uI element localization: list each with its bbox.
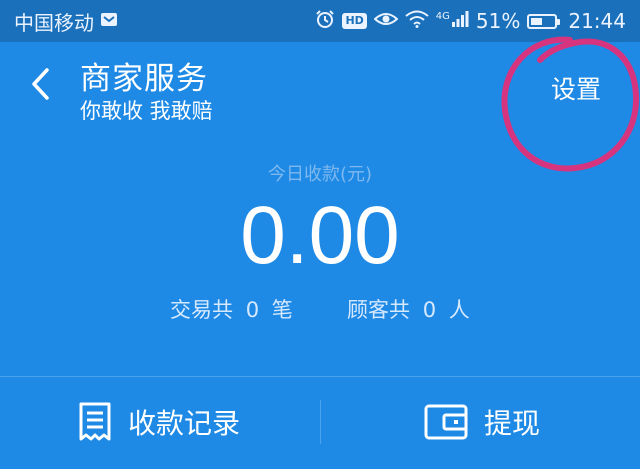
status-bar-left: 中国移动 — [14, 7, 118, 36]
transaction-unit: 笔 — [271, 298, 293, 322]
merchant-service-screen: 中国移动 HD 4G 51% 21:44 商家服务 你敢收 我敢赔 设置 今日收… — [0, 0, 640, 469]
wifi-icon — [405, 9, 429, 33]
network-type-label: 4G — [435, 10, 450, 22]
withdraw-label: 提现 — [484, 407, 541, 440]
payment-records-button[interactable]: 收款记录 — [78, 392, 240, 452]
page-title: 商家服务 — [80, 61, 208, 97]
customer-count-stat: 顾客共 0 人 — [347, 294, 470, 324]
transaction-count: 0 — [245, 298, 260, 322]
receipt-icon — [79, 402, 111, 441]
clock-time: 21:44 — [568, 9, 626, 33]
transaction-prefix: 交易共 — [170, 298, 233, 322]
payment-records-label: 收款记录 — [128, 407, 241, 440]
battery-percent: 51% — [475, 9, 521, 33]
withdraw-button[interactable]: 提现 — [424, 392, 540, 452]
hd-badge: HD — [342, 13, 367, 29]
battery-icon — [527, 13, 561, 29]
actions-divider — [320, 400, 321, 444]
customer-prefix: 顾客共 — [347, 298, 410, 322]
notification-icon — [100, 9, 118, 33]
chevron-left-icon — [32, 68, 49, 100]
today-income-label: 今日收款(元) — [267, 164, 373, 185]
settings-button[interactable]: 设置 — [551, 70, 601, 106]
customer-count: 0 — [422, 298, 437, 322]
alarm-icon — [315, 9, 335, 34]
wallet-icon — [424, 404, 468, 440]
carrier-name: 中国移动 — [14, 10, 94, 35]
today-income-amount: 0.00 — [240, 190, 400, 281]
status-bar-right: HD 4G 51% 21:44 — [315, 9, 626, 34]
status-bar: 中国移动 HD 4G 51% 21:44 — [0, 0, 640, 42]
back-button[interactable] — [22, 64, 58, 104]
customer-unit: 人 — [448, 298, 470, 322]
page-subtitle: 你敢收 我敢赔 — [80, 99, 213, 123]
section-divider — [0, 376, 640, 377]
eye-icon — [373, 9, 399, 33]
battery-fill — [531, 17, 543, 25]
transaction-count-stat: 交易共 0 笔 — [170, 294, 293, 324]
signal-icon — [451, 9, 469, 33]
